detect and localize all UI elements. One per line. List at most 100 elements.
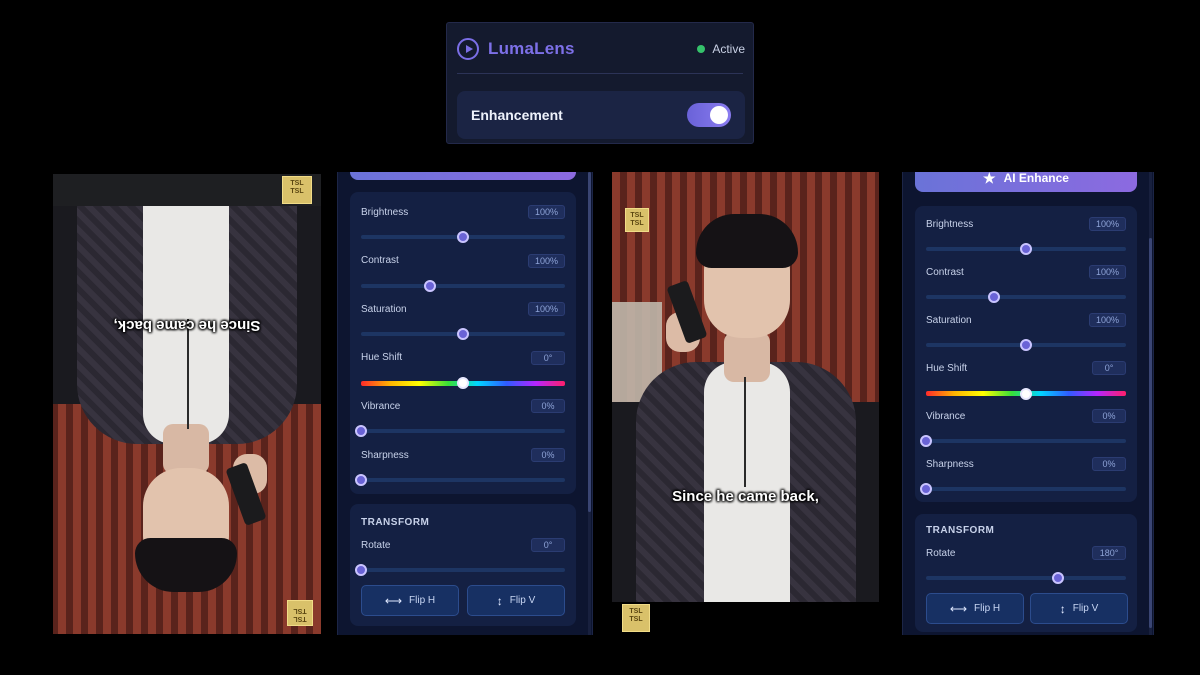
slider-label: Contrast — [926, 266, 964, 278]
person-figure — [67, 174, 307, 594]
slider-thumb[interactable] — [1020, 339, 1032, 351]
slider-track[interactable] — [920, 435, 1126, 447]
controls-panel-right: ★ AI Enhance Brightness 100% Contrast 100% S… — [902, 172, 1154, 635]
brand-name: LumaLens — [488, 39, 575, 58]
arrows-horizontal-icon: ⟷ — [949, 601, 968, 616]
video-frame-rotated[interactable]: Since he came back, TSL TSL TSL TSL — [53, 174, 321, 634]
slider-row-vibrance: Vibrance 0% — [355, 398, 565, 438]
extension-header: LumaLens Active Enhancement — [446, 22, 754, 144]
rotate-track[interactable] — [926, 572, 1126, 584]
controls-panel-left: Brightness 100% Contrast 100% Saturation 100%… — [337, 172, 593, 635]
brand-row: LumaLens Active — [457, 35, 745, 63]
slider-track[interactable] — [926, 291, 1126, 303]
slider-row-sharpness: Sharpness 0% — [355, 447, 565, 486]
slider-thumb[interactable] — [988, 291, 1000, 303]
slider-value: 100% — [527, 205, 565, 219]
slider-row-brightness: Brightness 100% — [361, 204, 565, 243]
ai-enhance-button[interactable] — [350, 172, 576, 180]
watermark-badge-icon: TSL TSL — [282, 176, 312, 204]
transform-title: TRANSFORM — [926, 525, 995, 536]
slider-row-hue-shift: Hue Shift 0° — [361, 350, 565, 390]
flip-h-button[interactable]: ⟷ Flip H — [361, 585, 459, 616]
video-caption: Since he came back, — [113, 317, 261, 334]
slider-value: 0% — [1092, 409, 1126, 423]
slider-thumb[interactable] — [424, 279, 437, 292]
adjustments-card: Brightness 100% Contrast 100% Saturation 100%… — [915, 206, 1137, 502]
transform-card: TRANSFORM Rotate 180° ⟷ Flip H ↕ Flip V — [915, 514, 1137, 632]
slider-value: 100% — [1088, 265, 1126, 279]
slider-thumb[interactable] — [1020, 387, 1032, 400]
video-frame[interactable]: Since he came back, TSL TSL — [612, 172, 879, 602]
slider-value: 100% — [527, 253, 565, 268]
slider-thumb[interactable] — [920, 483, 932, 495]
slider-value: 0% — [531, 448, 565, 462]
flip-h-button[interactable]: ⟷ Flip H — [926, 593, 1024, 624]
slider-value: 0% — [1092, 457, 1126, 471]
video-caption: Since he came back, — [672, 488, 819, 505]
slider-track[interactable] — [926, 339, 1126, 351]
slider-row-contrast: Contrast 100% — [361, 253, 565, 292]
slider-track[interactable] — [926, 387, 1126, 400]
rotate-track[interactable] — [355, 564, 565, 576]
slider-row-contrast: Contrast 100% — [926, 264, 1126, 303]
ai-enhance-label: AI Enhance — [1003, 172, 1069, 185]
slider-thumb[interactable] — [1020, 243, 1032, 255]
flip-v-button[interactable]: ↕ Flip V — [467, 585, 565, 616]
slider-track[interactable] — [361, 328, 565, 341]
arrows-horizontal-icon: ⟷ — [384, 593, 403, 608]
slider-label: Saturation — [361, 303, 407, 315]
header-divider — [457, 73, 743, 74]
scrollbar-thumb[interactable] — [588, 172, 591, 512]
slider-value: 100% — [1088, 217, 1126, 231]
slider-thumb[interactable] — [355, 425, 367, 438]
status-dot-icon — [697, 45, 706, 53]
enhancement-toggle[interactable] — [687, 103, 731, 127]
slider-row-brightness: Brightness 100% — [926, 216, 1126, 255]
flip-h-label: Flip H — [974, 603, 1001, 614]
slider-track[interactable] — [355, 425, 565, 438]
slider-label: Sharpness — [361, 449, 409, 461]
slider-label: Vibrance — [926, 410, 966, 422]
slider-track[interactable] — [361, 231, 565, 243]
flip-v-button[interactable]: ↕ Flip V — [1030, 593, 1128, 624]
slider-track[interactable] — [361, 377, 565, 390]
slider-track[interactable] — [920, 483, 1126, 495]
status-label: Active — [712, 42, 745, 56]
ai-enhance-button[interactable]: ★ AI Enhance — [915, 172, 1137, 192]
person-figure — [626, 212, 866, 602]
slider-row-vibrance: Vibrance 0% — [920, 408, 1126, 447]
slider-row-sharpness: Sharpness 0% — [920, 456, 1126, 495]
flip-v-label: Flip V — [1072, 603, 1099, 614]
rotate-thumb[interactable] — [1052, 572, 1064, 584]
rotate-slider-row: Rotate 0° — [355, 537, 565, 576]
scrollbar-thumb[interactable] — [1149, 238, 1152, 628]
slider-thumb[interactable] — [355, 474, 367, 486]
arrows-vertical-icon: ↕ — [496, 593, 503, 608]
slider-label: Saturation — [926, 314, 972, 326]
slider-thumb[interactable] — [457, 377, 469, 390]
slider-label: Brightness — [926, 218, 974, 230]
slider-thumb[interactable] — [457, 328, 469, 341]
slider-value: 100% — [1088, 313, 1126, 327]
rotate-label: Rotate — [361, 539, 391, 551]
rotate-label: Rotate — [926, 547, 956, 559]
slider-track[interactable] — [361, 279, 565, 292]
flip-v-label: Flip V — [509, 595, 536, 606]
rotate-thumb[interactable] — [355, 564, 367, 576]
rotate-slider-row: Rotate 180° — [926, 545, 1126, 584]
toggle-knob — [710, 106, 728, 124]
slider-track[interactable] — [355, 474, 565, 486]
watermark-badge-icon: TSL TSL — [625, 208, 649, 232]
slider-label: Brightness — [361, 206, 409, 218]
flip-h-label: Flip H — [409, 595, 436, 606]
rotate-value: 0° — [531, 538, 565, 552]
slider-track[interactable] — [926, 243, 1126, 255]
watermark-badge-icon: TSL TSL — [287, 600, 313, 626]
slider-value: 0% — [531, 399, 565, 414]
rotate-value: 180° — [1092, 546, 1126, 560]
status-indicator: Active — [697, 42, 745, 56]
slider-thumb[interactable] — [457, 231, 469, 243]
slider-thumb[interactable] — [920, 435, 932, 447]
slider-value: 0° — [531, 350, 565, 365]
slider-value: 0° — [1092, 361, 1126, 375]
